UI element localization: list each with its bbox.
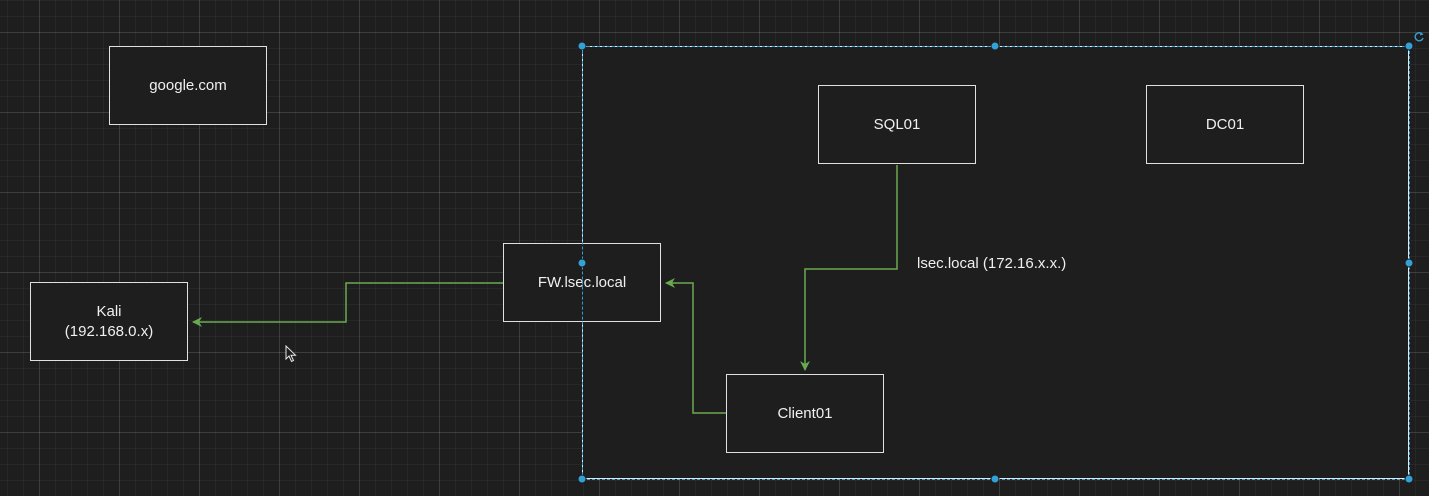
node-sql01[interactable]: SQL01 xyxy=(818,85,976,164)
rotate-icon[interactable] xyxy=(1413,31,1425,45)
resize-handle-right[interactable] xyxy=(1404,258,1414,268)
node-client01[interactable]: Client01 xyxy=(726,374,884,453)
node-client01-label: Client01 xyxy=(777,404,833,422)
resize-handle-bottom[interactable] xyxy=(990,474,1000,484)
mouse-cursor-icon xyxy=(285,344,297,368)
network-label: lsec.local (172.16.x.x.) xyxy=(917,255,1067,272)
node-kali[interactable]: Kali (192.168.0.x) xyxy=(30,282,188,361)
node-kali-label: Kali (192.168.0.x) xyxy=(64,302,154,340)
node-fw-label: FW.lsec.local xyxy=(537,273,627,291)
edge-fw-to-kali[interactable] xyxy=(192,282,503,327)
node-google-label: google.com xyxy=(149,76,227,94)
resize-handle-bottom-right[interactable] xyxy=(1404,474,1414,484)
node-fw[interactable]: FW.lsec.local xyxy=(503,243,661,322)
resize-handle-bottom-left[interactable] xyxy=(577,474,587,484)
resize-handle-top-left[interactable] xyxy=(577,41,587,51)
diagram-canvas[interactable]: google.com Kali (192.168.0.x) FW.lsec.lo… xyxy=(0,0,1429,496)
resize-handle-top[interactable] xyxy=(990,41,1000,51)
node-dc01-label: DC01 xyxy=(1205,115,1245,133)
resize-handle-left[interactable] xyxy=(577,258,587,268)
node-sql01-label: SQL01 xyxy=(873,115,921,133)
node-dc01[interactable]: DC01 xyxy=(1146,85,1304,164)
node-google[interactable]: google.com xyxy=(109,46,267,125)
